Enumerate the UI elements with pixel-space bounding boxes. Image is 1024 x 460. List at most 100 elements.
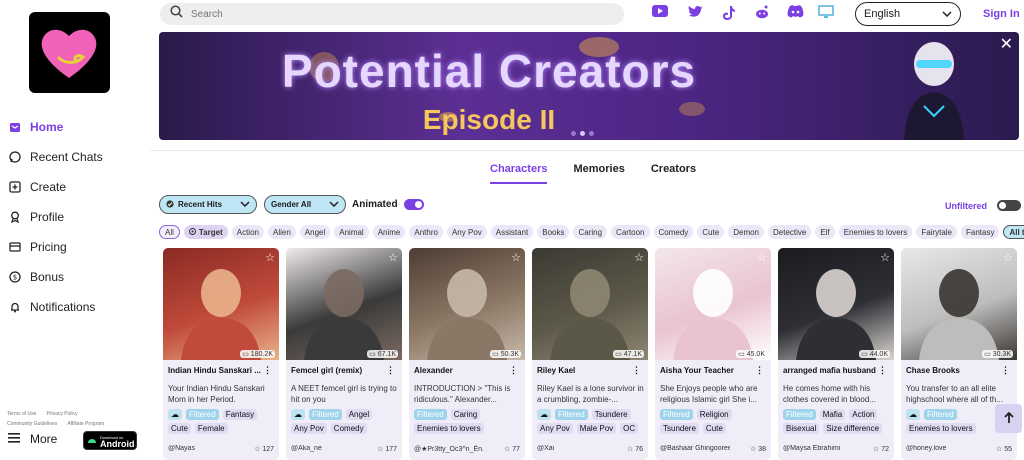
sidebar-item-profile[interactable]: Profile bbox=[0, 202, 150, 232]
character-tag[interactable]: Tsundere bbox=[660, 423, 699, 434]
gender-select[interactable]: Gender All bbox=[264, 195, 346, 214]
tag-chip-target[interactable]: Target bbox=[183, 225, 228, 239]
character-tag[interactable]: Filtered bbox=[783, 409, 816, 420]
author-name[interactable]: @Aka_ne bbox=[291, 445, 361, 452]
character-tag[interactable]: Mafia bbox=[819, 409, 846, 420]
tag-chip-all[interactable]: All bbox=[159, 225, 180, 239]
sign-in-button[interactable]: Sign In bbox=[983, 8, 1020, 20]
favorite-icon[interactable]: ☆ bbox=[1003, 251, 1013, 264]
author-name[interactable]: @Xai bbox=[537, 445, 607, 452]
animated-toggle[interactable] bbox=[403, 199, 424, 210]
sort-select[interactable]: Recent Hits bbox=[159, 195, 257, 214]
character-image[interactable] bbox=[655, 248, 771, 360]
character-tag[interactable]: Tsundere bbox=[591, 409, 631, 420]
tag-chip-detective[interactable]: Detective bbox=[768, 225, 812, 239]
character-image[interactable] bbox=[163, 248, 279, 360]
favorite-icon[interactable]: ☆ bbox=[265, 251, 275, 264]
tag-chip-animal[interactable]: Animal bbox=[334, 225, 369, 239]
tab-memories[interactable]: Memories bbox=[573, 163, 624, 184]
tag-chip-elf[interactable]: Elf bbox=[815, 225, 835, 239]
character-tag[interactable]: Filtered bbox=[186, 409, 219, 420]
character-tag[interactable]: Filtered bbox=[414, 409, 447, 420]
character-image[interactable] bbox=[778, 248, 894, 360]
tag-chip-fantasy[interactable]: Fantasy bbox=[961, 225, 1000, 239]
character-tag[interactable]: Action bbox=[849, 409, 878, 420]
character-image[interactable] bbox=[532, 248, 648, 360]
scroll-to-top-button[interactable] bbox=[995, 404, 1022, 433]
author-name[interactable]: @Bashaar Ghingooree bbox=[660, 445, 730, 452]
favorite-icon[interactable]: ☆ bbox=[880, 251, 890, 264]
sidebar-item-create[interactable]: Create bbox=[0, 172, 150, 202]
character-tag[interactable]: Filtered bbox=[924, 409, 957, 420]
carousel-dot[interactable] bbox=[571, 131, 576, 136]
character-tag[interactable]: Filtered bbox=[660, 409, 693, 420]
tag-chip-angel[interactable]: Angel bbox=[299, 225, 331, 239]
tag-chip-anime[interactable]: Anime bbox=[372, 225, 406, 239]
character-tag[interactable]: Comedy bbox=[330, 423, 367, 434]
android-download-button[interactable]: Download on Android bbox=[83, 431, 137, 450]
character-card[interactable]: ☆ ▭ 47.1K Riley Kael ⋮ Riley Kael is a lone … bbox=[532, 248, 648, 460]
sidebar-item-pricing[interactable]: Pricing bbox=[0, 232, 150, 262]
unfiltered-toggle[interactable] bbox=[997, 200, 1022, 211]
tag-chip-comedy[interactable]: Comedy bbox=[653, 225, 694, 239]
tag-chip-assistant[interactable]: Assistant bbox=[490, 225, 534, 239]
reddit-icon[interactable] bbox=[754, 5, 770, 19]
tag-chip-cartoon[interactable]: Cartoon bbox=[611, 225, 650, 239]
character-card[interactable]: ☆ ▭ 45.0K Aisha Your Teacher ⋮ She Enjoys pe… bbox=[655, 248, 771, 460]
tiktok-icon[interactable] bbox=[722, 5, 736, 21]
kebab-menu-icon[interactable]: ⋮ bbox=[263, 365, 272, 376]
favorite-icon[interactable]: ☆ bbox=[757, 251, 767, 264]
tag-chip-alien[interactable]: Alien bbox=[267, 225, 296, 239]
affiliate-link[interactable]: Affiliate Program bbox=[67, 421, 104, 427]
tag-chip-action[interactable]: Action bbox=[231, 225, 264, 239]
character-image[interactable] bbox=[286, 248, 402, 360]
character-tag[interactable]: Bisexual bbox=[783, 423, 820, 434]
tag-chip-books[interactable]: Books bbox=[537, 225, 570, 239]
character-tag[interactable]: Filtered bbox=[309, 409, 342, 420]
character-card[interactable]: ☆ ▭ 180.2K Indian Hindu Sanskari ... ⋮ Your … bbox=[163, 248, 279, 460]
twitter-icon[interactable] bbox=[688, 5, 704, 19]
search-bar[interactable] bbox=[160, 3, 624, 25]
character-tag[interactable]: Any Pov bbox=[291, 423, 327, 434]
character-tag[interactable]: Caring bbox=[450, 409, 481, 420]
character-tag[interactable]: Fantasy bbox=[222, 409, 258, 420]
kebab-menu-icon[interactable]: ⋮ bbox=[509, 365, 518, 376]
guidelines-link[interactable]: Community Guidelines bbox=[7, 421, 57, 427]
tag-chip-anthro[interactable]: Anthro bbox=[409, 225, 443, 239]
kebab-menu-icon[interactable]: ⋮ bbox=[878, 365, 887, 376]
tab-characters[interactable]: Characters bbox=[490, 163, 548, 184]
character-tag[interactable]: Angel bbox=[345, 409, 373, 420]
privacy-link[interactable]: Privacy Policy bbox=[46, 411, 77, 417]
monitor-icon[interactable] bbox=[818, 5, 834, 19]
character-tag[interactable]: Male Pov bbox=[576, 423, 617, 434]
character-tag[interactable]: OC bbox=[620, 423, 639, 434]
sidebar-item-bonus[interactable]: $ Bonus bbox=[0, 262, 150, 292]
sidebar-item-home[interactable]: Home bbox=[0, 112, 150, 142]
language-select[interactable]: English bbox=[855, 2, 961, 26]
character-card[interactable]: ☆ ▭ 44.0K arranged mafia husband ⋮ He comes … bbox=[778, 248, 894, 460]
all-tags-button[interactable]: All tags bbox=[1003, 225, 1024, 239]
character-tag[interactable]: Cute bbox=[702, 423, 726, 434]
tag-chip-caring[interactable]: Caring bbox=[573, 225, 608, 239]
tab-creators[interactable]: Creators bbox=[651, 163, 696, 184]
character-image[interactable] bbox=[409, 248, 525, 360]
kebab-menu-icon[interactable]: ⋮ bbox=[755, 365, 764, 376]
character-image[interactable] bbox=[901, 248, 1017, 360]
character-tag[interactable]: Filtered bbox=[555, 409, 588, 420]
kebab-menu-icon[interactable]: ⋮ bbox=[386, 365, 395, 376]
terms-link[interactable]: Terms of Use bbox=[7, 411, 36, 417]
sidebar-item-recent-chats[interactable]: Recent Chats bbox=[0, 142, 150, 172]
character-tag[interactable]: Religion bbox=[696, 409, 732, 420]
character-tag[interactable]: Female bbox=[194, 423, 228, 434]
author-name[interactable]: @★Pr3tty_Oc3^n_Ên... bbox=[414, 445, 484, 453]
tag-chip-any-pov[interactable]: Any Pov bbox=[446, 225, 487, 239]
character-card[interactable]: ☆ ▭ 50.3K Alexander ⋮ INTRODUCTION > "This i… bbox=[409, 248, 525, 460]
carousel-dot[interactable] bbox=[580, 131, 585, 136]
character-tag[interactable]: Enemies to lovers bbox=[414, 423, 484, 434]
promo-banner[interactable]: Potential Creators Episode II ✕ bbox=[159, 32, 1019, 140]
character-tag[interactable]: Any Pov bbox=[537, 423, 573, 434]
close-icon[interactable]: ✕ bbox=[1000, 34, 1013, 54]
search-input[interactable] bbox=[191, 8, 591, 20]
app-logo[interactable] bbox=[29, 12, 110, 93]
favorite-icon[interactable]: ☆ bbox=[634, 251, 644, 264]
